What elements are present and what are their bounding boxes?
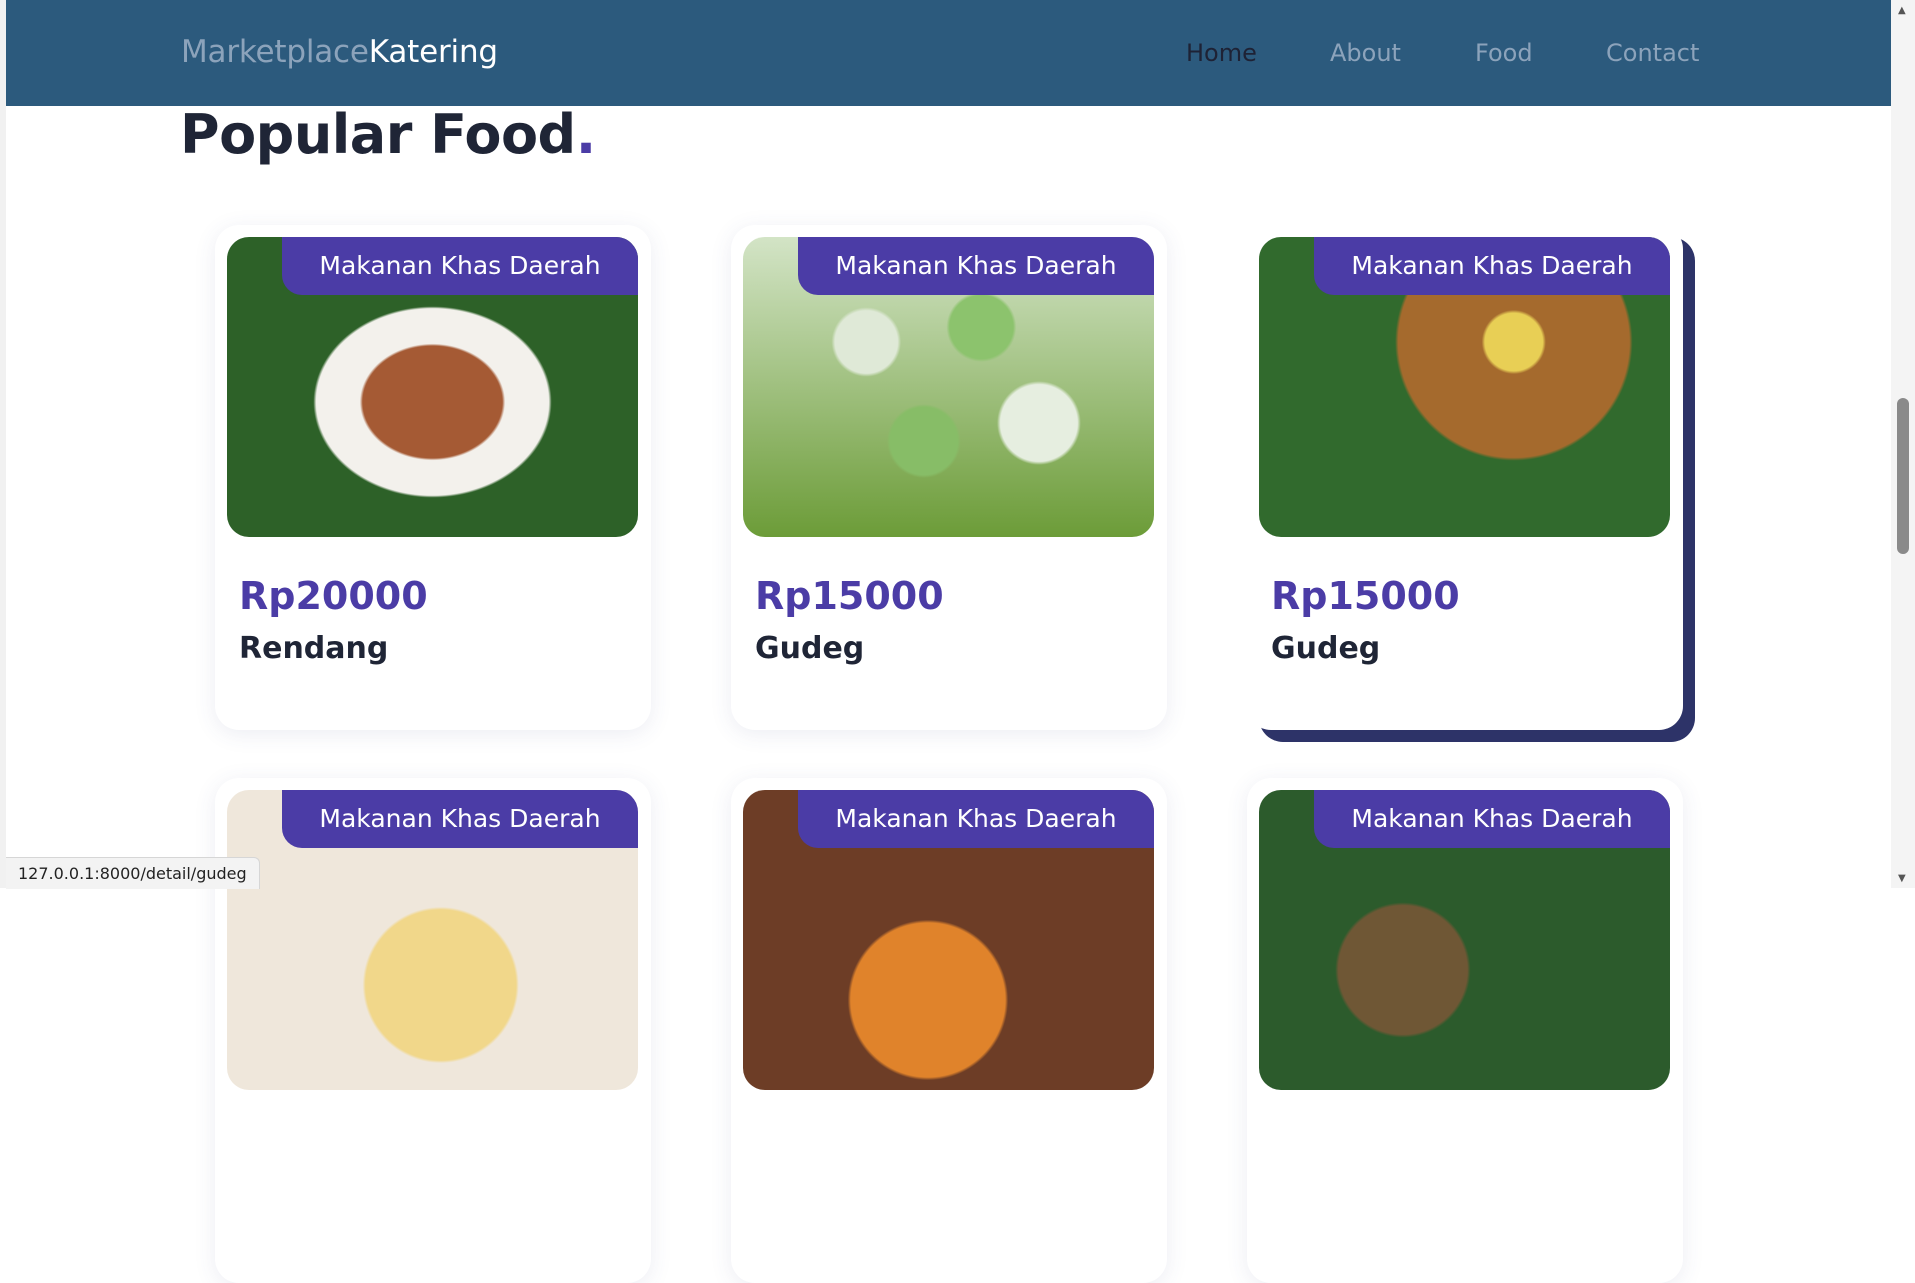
food-card-6[interactable]: Makanan Khas Daerah xyxy=(1247,778,1683,1283)
popular-food-heading: Popular Food. xyxy=(180,100,596,170)
category-badge: Makanan Khas Daerah xyxy=(282,790,638,848)
food-card-gudeg-hovered[interactable]: Makanan Khas Daerah Rp15000 Gudeg xyxy=(1247,225,1683,730)
category-badge: Makanan Khas Daerah xyxy=(1314,237,1670,295)
food-image-klepon: Makanan Khas Daerah xyxy=(743,237,1154,537)
food-image-4: Makanan Khas Daerah xyxy=(227,790,638,1090)
food-name: Rendang xyxy=(239,631,389,666)
nav-contact-link[interactable]: Contact xyxy=(1606,36,1699,70)
food-card-gudeg[interactable]: Makanan Khas Daerah Rp15000 Gudeg xyxy=(731,225,1167,730)
food-name: Gudeg xyxy=(755,631,865,666)
food-image-6: Makanan Khas Daerah xyxy=(1259,790,1670,1090)
food-card-rendang[interactable]: Makanan Khas Daerah Rp20000 Rendang xyxy=(215,225,651,730)
brand-logo[interactable]: MarketplaceKatering xyxy=(181,30,498,74)
food-card-4[interactable]: Makanan Khas Daerah xyxy=(215,778,651,1283)
food-name: Gudeg xyxy=(1271,631,1381,666)
brand-marketplace: Marketplace xyxy=(181,34,369,70)
category-badge: Makanan Khas Daerah xyxy=(1314,790,1670,848)
navbar: MarketplaceKatering Home About Food Cont… xyxy=(6,0,1891,106)
status-bar-url: 127.0.0.1:8000/detail/gudeg xyxy=(6,857,260,889)
heading-text: Popular Food xyxy=(180,103,576,166)
scroll-up-arrow-icon[interactable]: ▲ xyxy=(1898,6,1906,16)
nav-home-link[interactable]: Home xyxy=(1186,36,1257,70)
category-badge: Makanan Khas Daerah xyxy=(798,790,1154,848)
scroll-down-arrow-icon[interactable]: ▼ xyxy=(1898,874,1906,884)
page-left-edge xyxy=(0,0,6,888)
food-image-rendang: Makanan Khas Daerah xyxy=(227,237,638,537)
food-price: Rp20000 xyxy=(239,574,428,618)
food-price: Rp15000 xyxy=(1271,574,1460,618)
nav-food-link[interactable]: Food xyxy=(1475,36,1533,70)
heading-dot: . xyxy=(575,103,597,166)
food-price: Rp15000 xyxy=(755,574,944,618)
brand-katering: Katering xyxy=(368,34,498,70)
food-card-5[interactable]: Makanan Khas Daerah xyxy=(731,778,1167,1283)
category-badge: Makanan Khas Daerah xyxy=(282,237,638,295)
nav-about-link[interactable]: About xyxy=(1330,36,1401,70)
scroll-thumb[interactable] xyxy=(1897,398,1909,554)
vertical-scrollbar[interactable]: ▲ ▼ xyxy=(1891,0,1915,888)
category-badge: Makanan Khas Daerah xyxy=(798,237,1154,295)
food-image-gudeg: Makanan Khas Daerah xyxy=(1259,237,1670,537)
food-image-5: Makanan Khas Daerah xyxy=(743,790,1154,1090)
